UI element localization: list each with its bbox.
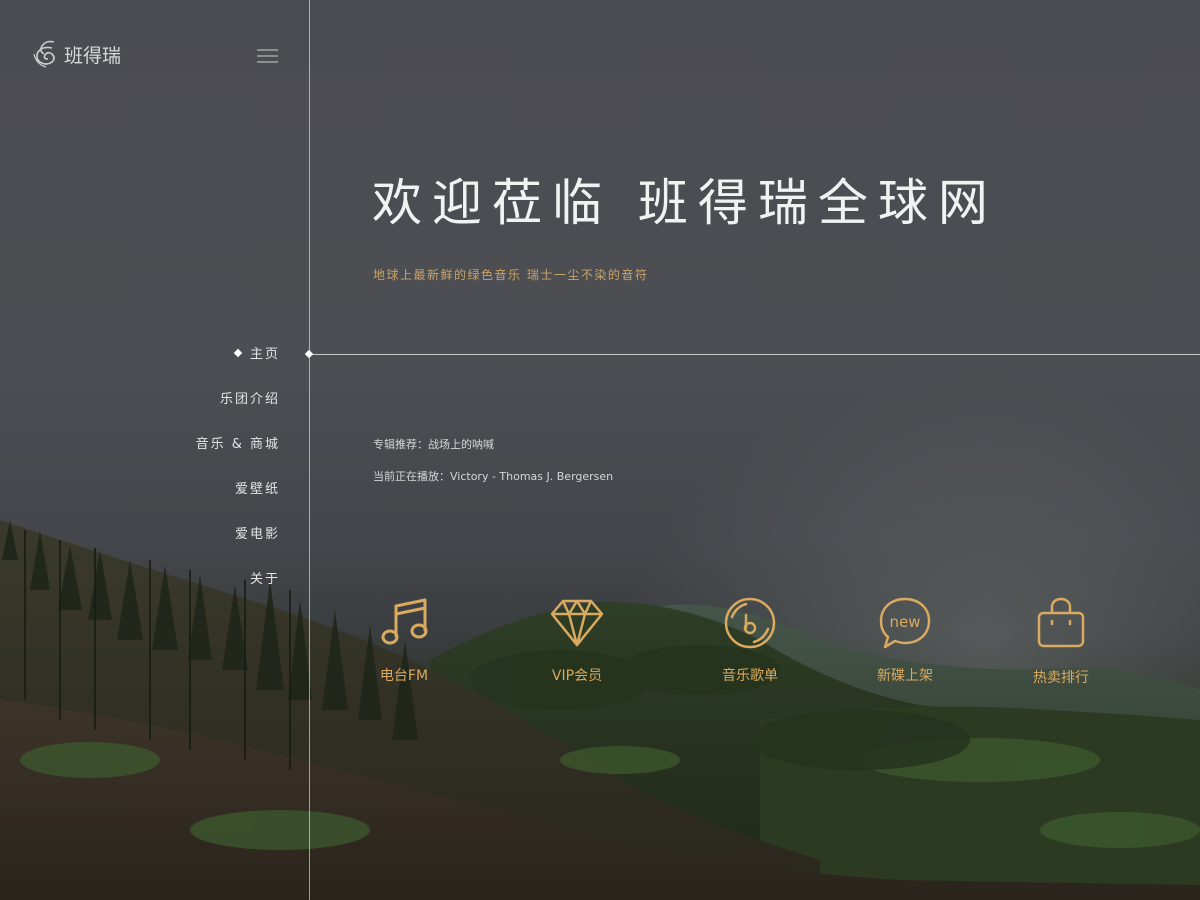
music-note-icon	[381, 598, 428, 645]
new-bubble-icon: new	[879, 597, 931, 649]
nav-item-label: 音乐 & 商城	[195, 437, 280, 452]
feature-vip-member[interactable]: VIP会员	[522, 595, 632, 685]
feature-label: 新碟上架	[877, 668, 933, 684]
now-playing[interactable]: 当前正在播放：Victory - Thomas J. Bergersen	[373, 468, 613, 484]
nav-item-music-store[interactable]: 音乐 & 商城	[196, 435, 280, 455]
shopping-bag-icon	[1037, 597, 1085, 648]
feature-best-sellers[interactable]: 热卖排行	[1006, 597, 1116, 687]
hamburger-menu-icon[interactable]	[257, 49, 278, 63]
background-landscape	[0, 0, 1200, 900]
new-bubble-text: new	[889, 613, 920, 631]
swirl-logo-icon	[33, 40, 55, 68]
hero-title: 欢迎莅临 班得瑞全球网	[372, 174, 998, 232]
feature-radio-fm[interactable]: 电台FM	[349, 595, 459, 685]
feature-music-playlist[interactable]: 音乐歌单	[695, 595, 805, 685]
hero-divider-horizontal	[309, 354, 1200, 355]
nav-item-label: 主页	[249, 347, 280, 362]
feature-label: 电台FM	[379, 668, 429, 684]
album-recommendation[interactable]: 专辑推荐：战场上的呐喊	[373, 436, 494, 452]
nav-item-label: 爱壁纸	[234, 482, 280, 497]
brand-logo[interactable]: 班得瑞	[30, 38, 121, 70]
nav-item-home[interactable]: 主页	[196, 345, 280, 365]
logo-text: 班得瑞	[64, 44, 122, 67]
feature-label: 热卖排行	[1033, 670, 1089, 686]
hero-subtitle: 地球上最新鲜的绿色音乐 瑞士一尘不染的音符	[373, 268, 649, 282]
main-navigation: 主页 乐团介绍 音乐 & 商城 爱壁纸 爱电影 关于	[196, 345, 280, 615]
feature-label: 音乐歌单	[722, 668, 778, 684]
feature-label: VIP会员	[551, 668, 603, 684]
nav-item-band-intro[interactable]: 乐团介绍	[196, 390, 280, 410]
page: 班得瑞 主页 乐团介绍 音乐 & 商城 爱壁纸 爱电影 关于 欢迎莅临 班得瑞全…	[0, 0, 1200, 900]
active-diamond-icon	[233, 348, 243, 358]
sidebar-divider-vertical	[309, 0, 310, 900]
feature-new-releases[interactable]: new 新碟上架	[850, 595, 960, 685]
nav-item-label: 关于	[249, 572, 280, 587]
nav-item-movies[interactable]: 爱电影	[196, 525, 280, 545]
nav-item-about[interactable]: 关于	[196, 570, 280, 590]
nav-item-wallpaper[interactable]: 爱壁纸	[196, 480, 280, 500]
nav-item-label: 乐团介绍	[219, 392, 280, 407]
music-disc-icon	[724, 597, 776, 649]
nav-item-label: 爱电影	[234, 527, 280, 542]
diamond-icon	[550, 599, 604, 647]
